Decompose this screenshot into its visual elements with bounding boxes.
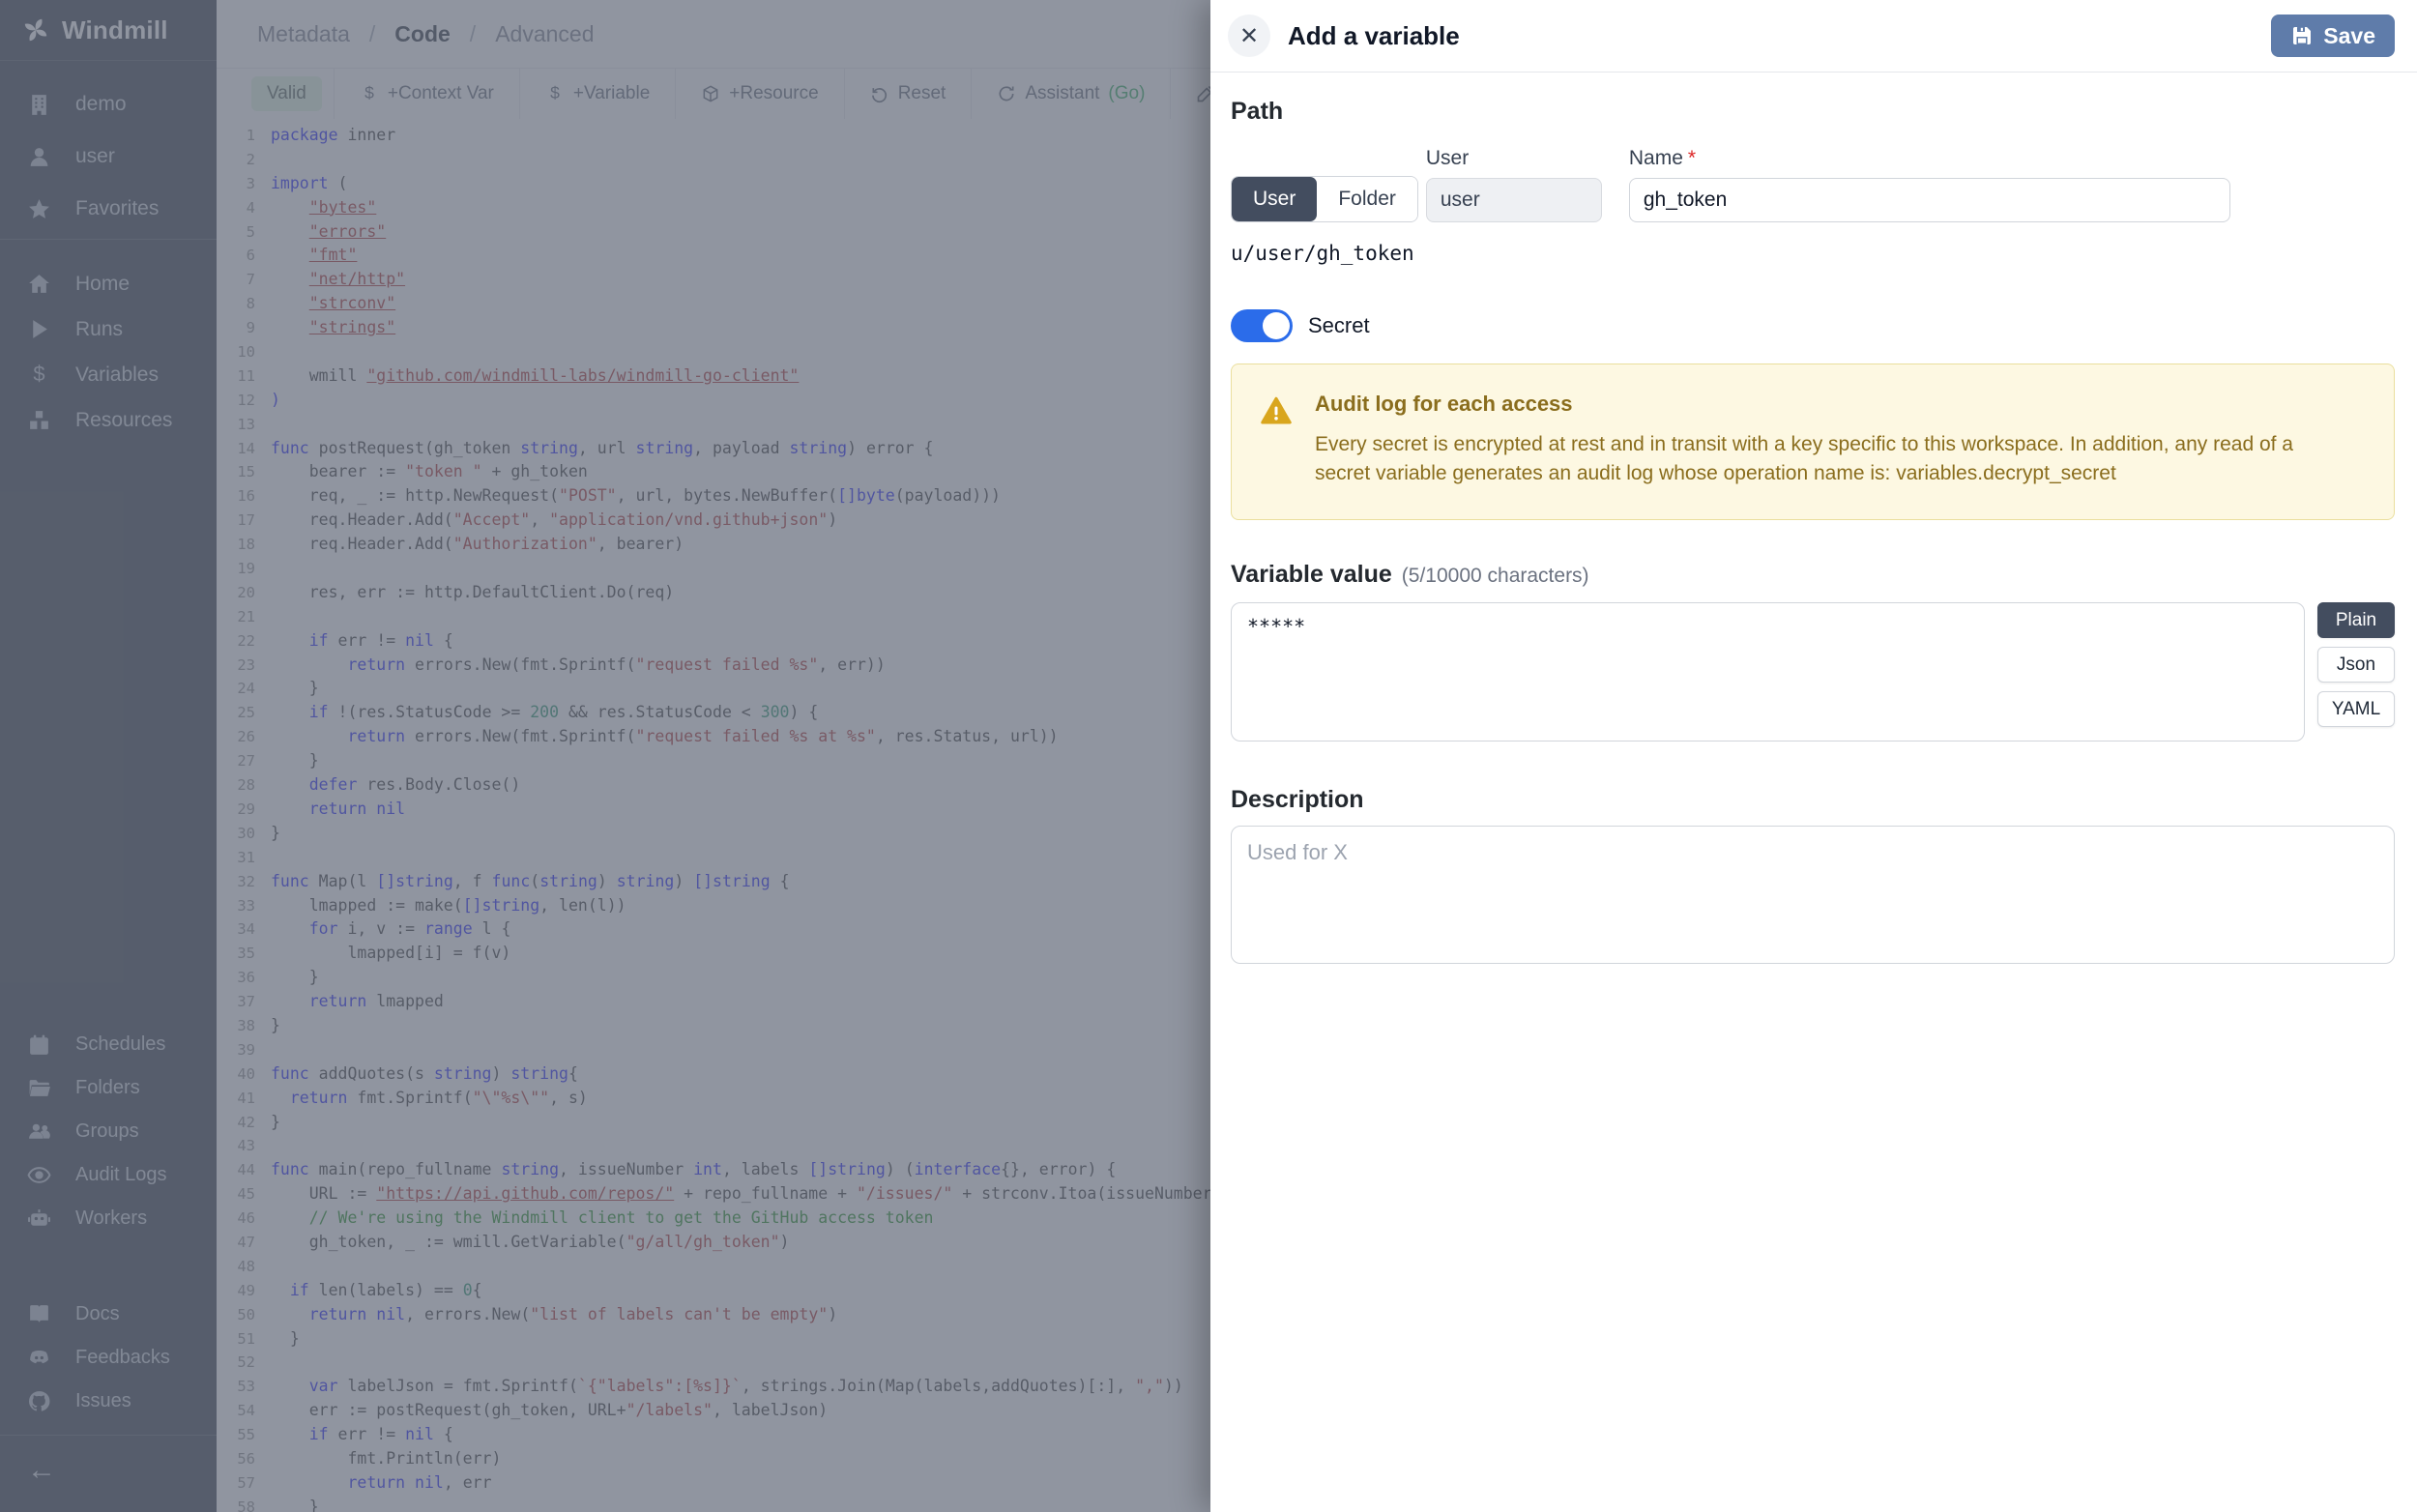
format-tab-plain[interactable]: Plain xyxy=(2317,602,2395,638)
drawer-header: ✕ Add a variable Save xyxy=(1210,0,2417,73)
variable-value-heading: Variable value xyxy=(1231,561,1392,589)
description-input[interactable] xyxy=(1231,826,2395,964)
save-floppy-icon xyxy=(2290,24,2314,47)
save-button[interactable]: Save xyxy=(2271,15,2395,57)
add-variable-drawer: ✕ Add a variable Save Path User Folder U… xyxy=(1210,0,2417,1512)
variable-value-heading-row: Variable value (5/10000 characters) xyxy=(1231,561,2395,589)
character-counter: (5/10000 characters) xyxy=(1402,565,1589,588)
secret-toggle[interactable] xyxy=(1231,309,1293,342)
secret-row: Secret xyxy=(1231,309,2395,342)
drawer-body: Path User Folder User Name* u/user/gh_to… xyxy=(1210,73,2417,964)
close-drawer-button[interactable]: ✕ xyxy=(1228,15,1270,57)
close-icon: ✕ xyxy=(1239,22,1259,50)
warning-text: Audit log for each access Every secret i… xyxy=(1315,392,2307,488)
description-heading: Description xyxy=(1231,786,2395,814)
format-tab-yaml[interactable]: YAML xyxy=(2317,691,2395,727)
owner-kind-folder-button[interactable]: Folder xyxy=(1317,177,1417,221)
save-button-label: Save xyxy=(2323,23,2375,49)
owner-kind-user-button[interactable]: User xyxy=(1232,177,1317,221)
name-field-label: Name* xyxy=(1629,147,2230,170)
variable-value-row: ***** Plain Json YAML xyxy=(1231,602,2395,741)
path-row: User Folder User Name* xyxy=(1231,147,2395,222)
warning-body: Every secret is encrypted at rest and in… xyxy=(1315,430,2307,488)
owner-field-label: User xyxy=(1426,147,1602,170)
path-section-heading: Path xyxy=(1231,98,2395,126)
warning-title: Audit log for each access xyxy=(1315,392,2307,417)
owner-kind-segmented-control: User Folder xyxy=(1231,176,1418,222)
required-asterisk: * xyxy=(1688,147,1696,169)
variable-value-input[interactable]: ***** xyxy=(1231,602,2305,741)
toggle-knob xyxy=(1263,312,1290,339)
format-tab-json[interactable]: Json xyxy=(2317,647,2395,683)
warning-triangle-icon xyxy=(1259,392,1294,488)
full-path-preview: u/user/gh_token xyxy=(1231,242,2395,265)
owner-field: User xyxy=(1426,147,1602,222)
drawer-title: Add a variable xyxy=(1288,21,2271,51)
secret-label: Secret xyxy=(1308,313,1370,338)
name-input[interactable] xyxy=(1629,178,2230,222)
owner-input[interactable] xyxy=(1426,178,1602,222)
name-field: Name* xyxy=(1629,147,2230,222)
audit-log-warning: Audit log for each access Every secret i… xyxy=(1231,363,2395,520)
format-tabs: Plain Json YAML xyxy=(2317,602,2395,727)
